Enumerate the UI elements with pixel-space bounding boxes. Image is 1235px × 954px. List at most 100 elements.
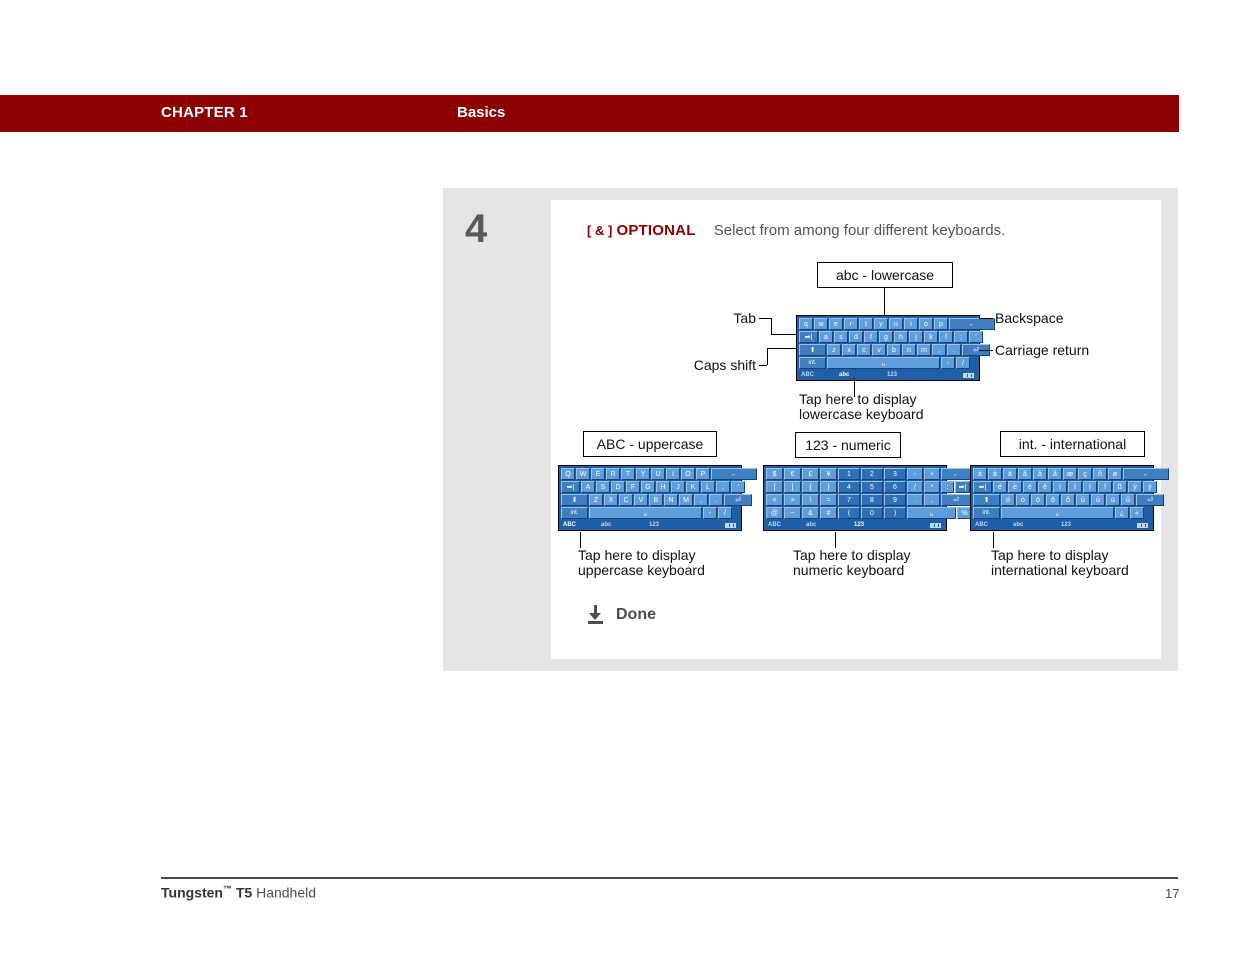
tab-key[interactable]: ➡| — [973, 481, 992, 493]
key-q[interactable]: q — [799, 318, 813, 330]
key-/[interactable]: / — [956, 357, 970, 369]
keyboard-tab-abc[interactable]: abc — [806, 522, 816, 528]
key-.[interactable]: . — [709, 494, 723, 506]
backspace-key[interactable]: ← — [949, 318, 995, 330]
key-â[interactable]: â — [1018, 468, 1032, 480]
keyboard-tab-ABC[interactable]: ABC — [801, 372, 814, 378]
key-'[interactable]: ' — [731, 481, 745, 493]
key-*[interactable]: * — [924, 481, 940, 493]
int-key[interactable]: int. — [973, 507, 1000, 519]
keyboard-tab-abc[interactable]: abc — [839, 372, 849, 378]
key-L[interactable]: L — [701, 481, 715, 493]
key-W[interactable]: W — [576, 468, 590, 480]
key-E[interactable]: E — [591, 468, 605, 480]
keyboard-tab-123[interactable]: 123 — [649, 522, 659, 528]
key-H[interactable]: H — [656, 481, 670, 493]
key-d[interactable]: d — [849, 331, 863, 343]
key-z[interactable]: z — [827, 344, 841, 356]
key-V[interactable]: V — [634, 494, 648, 506]
key-}[interactable]: } — [820, 481, 837, 493]
key-=[interactable]: = — [820, 494, 837, 506]
key-Q[interactable]: Q — [561, 468, 575, 480]
key-è[interactable]: è — [1008, 481, 1022, 493]
carriage-return-key[interactable]: ⏎ — [1136, 494, 1164, 506]
key-w[interactable]: w — [814, 318, 828, 330]
tab-key[interactable]: ➡| — [955, 481, 970, 493]
key-;[interactable]: ; — [716, 481, 730, 493]
key-ô[interactable]: ô — [1046, 494, 1060, 506]
key-7[interactable]: 7 — [838, 494, 860, 506]
key-U[interactable]: U — [651, 468, 665, 480]
keyboard-tab-ABC[interactable]: ABC — [563, 522, 576, 528]
keyboard-tab-abc[interactable]: abc — [601, 522, 611, 528]
key-Y[interactable]: Y — [636, 468, 650, 480]
key-o[interactable]: o — [919, 318, 933, 330]
key-¿[interactable]: ¿ — [1115, 507, 1129, 519]
key-O[interactable]: O — [681, 468, 695, 480]
key-ñ[interactable]: ñ — [1093, 468, 1107, 480]
key-9[interactable]: 9 — [884, 494, 906, 506]
key-î[interactable]: î — [1098, 481, 1112, 493]
tab-key[interactable]: ➡| — [799, 331, 818, 343]
tab-key[interactable]: ➡| — [561, 481, 580, 493]
key-B[interactable]: B — [649, 494, 663, 506]
key-r[interactable]: r — [844, 318, 858, 330]
key-#[interactable]: # — [820, 507, 837, 519]
keyboard-numeric[interactable]: $ € £ ¥1 2 3- + ←[]{} 4 5 6/*: ➡| < > \ = 7 8 9., ⏎ @ ~ & #(0) ␣… — [763, 465, 972, 531]
key-&[interactable]: & — [802, 507, 819, 519]
key-:[interactable]: : — [941, 481, 954, 493]
key-6[interactable]: 6 — [884, 481, 906, 493]
key-ÿ[interactable]: ÿ — [1143, 481, 1157, 493]
key-A[interactable]: A — [581, 481, 595, 493]
key-j[interactable]: j — [909, 331, 923, 343]
keyboard-lowercase[interactable]: q w e r t y u i o p ← ➡| a s d f g h j k l; ' ⬆ z x c v b n m,. ⏎ int. ␣… — [796, 315, 995, 381]
key-í[interactable]: í — [1053, 481, 1067, 493]
key--[interactable]: - — [907, 468, 923, 480]
key-á[interactable]: á — [973, 468, 987, 480]
caps-shift-key[interactable]: ⬆ — [799, 344, 826, 356]
key-à[interactable]: à — [988, 468, 1002, 480]
key-ò[interactable]: ò — [1016, 494, 1030, 506]
space-key[interactable]: ␣ — [589, 507, 702, 519]
done-row[interactable]: Done — [587, 605, 656, 624]
key-K[interactable]: K — [686, 481, 700, 493]
key-<[interactable]: < — [766, 494, 783, 506]
key-ì[interactable]: ì — [1068, 481, 1082, 493]
key-,[interactable]: , — [694, 494, 708, 506]
keyboard-uppercase[interactable]: Q W E R T Y U I O P ← ➡| A S D F G H J K L; ' ⬇ Z X C V B N M,. ⏎ int. ␣… — [558, 465, 757, 531]
key-P[interactable]: P — [696, 468, 710, 480]
key-Z[interactable]: Z — [589, 494, 603, 506]
key-ï[interactable]: ï — [1083, 481, 1097, 493]
key-p[interactable]: p — [934, 318, 948, 330]
key-¥[interactable]: ¥ — [820, 468, 837, 480]
key-g[interactable]: g — [879, 331, 893, 343]
key-ü[interactable]: ü — [1106, 494, 1120, 506]
key--[interactable]: - — [703, 507, 717, 519]
key-3[interactable]: 3 — [884, 468, 906, 480]
int-key[interactable]: int. — [799, 357, 826, 369]
key-,[interactable]: , — [924, 494, 940, 506]
key-/[interactable]: / — [907, 481, 923, 493]
key->[interactable]: > — [784, 494, 801, 506]
key-ó[interactable]: ó — [1001, 494, 1015, 506]
backspace-key[interactable]: ← — [711, 468, 757, 480]
key-'[interactable]: ' — [969, 331, 983, 343]
key-/[interactable]: / — [718, 507, 732, 519]
key-f[interactable]: f — [864, 331, 878, 343]
key-õ[interactable]: õ — [1061, 494, 1075, 506]
key-b[interactable]: b — [887, 344, 901, 356]
key-\[interactable]: \ — [802, 494, 819, 506]
caps-shift-key[interactable]: ⬆ — [973, 494, 1000, 506]
key-å[interactable]: å — [1033, 468, 1047, 480]
key-[[interactable]: [ — [766, 481, 783, 493]
key-S[interactable]: S — [596, 481, 610, 493]
key-5[interactable]: 5 — [861, 481, 883, 493]
key-$[interactable]: $ — [766, 468, 783, 480]
key-v[interactable]: v — [872, 344, 886, 356]
key-C[interactable]: C — [619, 494, 633, 506]
key-k[interactable]: k — [924, 331, 938, 343]
key-ä[interactable]: ä — [1003, 468, 1017, 480]
key-l[interactable]: l — [939, 331, 953, 343]
backspace-key[interactable]: ← — [1123, 468, 1169, 480]
key-0[interactable]: 0 — [861, 507, 883, 519]
